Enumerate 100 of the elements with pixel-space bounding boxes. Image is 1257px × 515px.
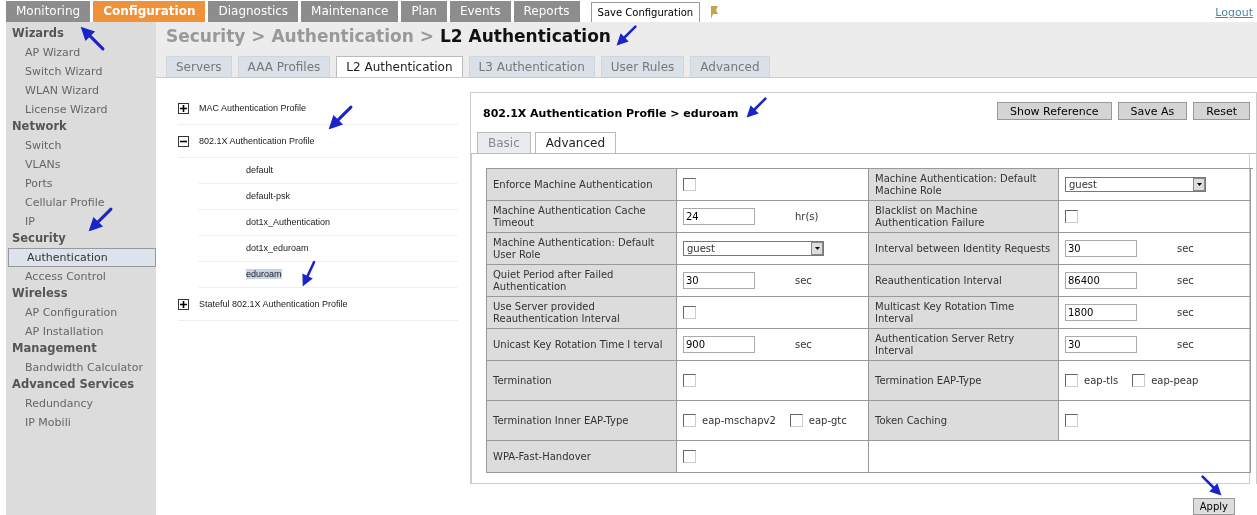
sidebar-item[interactable]: AP Configuration <box>6 303 156 322</box>
sidebar-item[interactable]: Redundancy <box>6 394 156 413</box>
nav-tab[interactable]: Events <box>449 1 511 22</box>
sidebar-item[interactable]: Ports <box>6 174 156 193</box>
input-field[interactable]: 1800 <box>1065 304 1137 321</box>
input-field[interactable]: 30 <box>1065 336 1137 353</box>
tree-item[interactable]: MAC Authentication Profile <box>199 103 307 113</box>
tab[interactable]: User Rules <box>600 56 685 77</box>
collapse-icon[interactable] <box>178 135 189 147</box>
tree-item[interactable]: 802.1X Authentication Profile <box>199 136 315 146</box>
field-label: Termination Inner EAP-Type <box>487 401 677 441</box>
sidebar-item[interactable]: IP Mobili <box>6 413 156 432</box>
nav-tab[interactable]: Diagnostics <box>208 1 299 22</box>
annotation-arrow-icon <box>1200 474 1222 496</box>
flag-icon <box>709 5 720 19</box>
field-label: Interval between Identity Requests <box>869 233 1059 265</box>
profile-item[interactable]: dot1x_eduroam <box>246 243 309 253</box>
checkbox[interactable] <box>683 414 696 427</box>
sidebar-section-title: Wireless <box>12 286 68 302</box>
field-label: WPA-Fast-Handover <box>487 441 677 473</box>
field-label: Reauthentication Interval <box>869 265 1059 297</box>
option-label: eap-mschapv2 <box>702 415 776 426</box>
sidebar-item[interactable]: Switch <box>6 136 156 155</box>
input-field[interactable]: 30 <box>1065 240 1137 257</box>
sidebar-section-title: Management <box>12 341 97 357</box>
field-label: Use Server provided Reauthentication Interval <box>487 297 677 329</box>
sidebar-section-title: Advanced Services <box>12 377 135 393</box>
input-field[interactable]: 30 <box>683 272 755 289</box>
panel-button[interactable]: Save As <box>1117 101 1188 120</box>
nav-tab[interactable]: Configuration <box>93 1 206 22</box>
expand-icon[interactable] <box>178 298 189 310</box>
annotation-arrow-icon <box>746 96 768 118</box>
field-label: Machine Authentication: Default User Role <box>487 233 677 265</box>
sidebar-item[interactable]: VLANs <box>6 155 156 174</box>
checkbox[interactable] <box>683 178 696 191</box>
field-label: Termination EAP-Type <box>869 361 1059 401</box>
sidebar-section-title: Wizards <box>12 26 64 42</box>
checkbox[interactable] <box>1065 210 1078 223</box>
checkbox[interactable] <box>683 450 696 463</box>
page-title: Security > Authentication > L2 Authentication <box>166 26 611 48</box>
checkbox[interactable] <box>1132 374 1146 387</box>
logout-link[interactable]: Logout <box>1215 6 1253 19</box>
tab[interactable]: Advanced <box>534 132 617 153</box>
caret-icon <box>814 247 820 250</box>
field-label: Termination <box>487 361 677 401</box>
expand-icon[interactable] <box>178 102 189 114</box>
tab[interactable]: Basic <box>477 132 531 153</box>
unit-label: sec <box>795 339 812 350</box>
option-label: eap-gtc <box>808 415 847 426</box>
sidebar-section-title: Security <box>12 231 66 247</box>
profile-item[interactable]: default <box>246 165 274 175</box>
unit-label: sec <box>795 275 812 286</box>
nav-tab[interactable]: Monitoring <box>6 1 91 22</box>
sidebar-item[interactable]: IP <box>6 212 156 231</box>
profile-item[interactable]: dot1x_Authentication <box>246 217 331 227</box>
nav-tab[interactable]: Plan <box>401 1 447 22</box>
option-label: eap-tls <box>1084 375 1119 386</box>
tab[interactable]: Advanced <box>690 56 770 77</box>
input-field[interactable]: 86400 <box>1065 272 1137 289</box>
sidebar-section-title: Network <box>12 119 67 135</box>
sidebar-item[interactable]: Cellular Profile <box>6 193 156 212</box>
checkbox[interactable] <box>683 374 696 387</box>
checkbox[interactable] <box>1065 374 1078 387</box>
annotation-arrow-icon <box>616 24 638 46</box>
annotation-arrow-icon <box>80 26 106 52</box>
apply-button[interactable]: Apply <box>1192 498 1235 515</box>
checkbox[interactable] <box>683 306 696 319</box>
sidebar-item[interactable]: Authentication <box>8 248 156 267</box>
profile-item[interactable]: eduroam <box>246 269 282 279</box>
tab[interactable]: Servers <box>166 56 232 77</box>
field-label: Enforce Machine Authentication <box>487 169 677 201</box>
unit-label: sec <box>1177 243 1194 254</box>
checkbox[interactable] <box>1065 414 1078 427</box>
role-dropdown[interactable]: guest <box>683 241 824 256</box>
panel-button[interactable]: Show Reference <box>996 101 1112 120</box>
input-field[interactable]: 900 <box>683 336 755 353</box>
sidebar-item[interactable]: License Wizard <box>6 100 156 119</box>
sidebar-item[interactable]: Switch Wizard <box>6 62 156 81</box>
profile-item[interactable]: default-psk <box>246 191 291 201</box>
panel-button[interactable]: Reset <box>1193 101 1250 120</box>
tab[interactable]: AAA Profiles <box>237 56 331 77</box>
checkbox[interactable] <box>789 414 803 427</box>
field-label: Token Caching <box>869 401 1059 441</box>
sidebar-item[interactable]: WLAN Wizard <box>6 81 156 100</box>
nav-tab[interactable]: Maintenance <box>301 1 399 22</box>
sidebar-item[interactable]: Access Control <box>6 267 156 286</box>
save-configuration-button[interactable]: Save Configuration <box>590 2 701 22</box>
nav-tab[interactable]: Reports <box>513 1 580 22</box>
sidebar-item[interactable]: Bandwidth Calculator <box>6 358 156 377</box>
panel-title: 802.1X Authentication Profile > eduroam <box>483 107 739 120</box>
tree-item[interactable]: Stateful 802.1X Authentication Profile <box>199 299 348 309</box>
sidebar-item[interactable]: AP Wizard <box>6 43 156 62</box>
input-field[interactable]: 24 <box>683 208 755 225</box>
field-label: Unicast Key Rotation Time I terval <box>487 329 677 361</box>
unit-label: sec <box>1177 339 1194 350</box>
sidebar-item[interactable]: AP Installation <box>6 322 156 341</box>
role-dropdown[interactable]: guest <box>1065 177 1206 192</box>
field-label: Machine Authentication Cache Timeout <box>487 201 677 233</box>
tab[interactable]: L3 Authentication <box>468 56 595 77</box>
tab[interactable]: L2 Authentication <box>336 56 463 77</box>
